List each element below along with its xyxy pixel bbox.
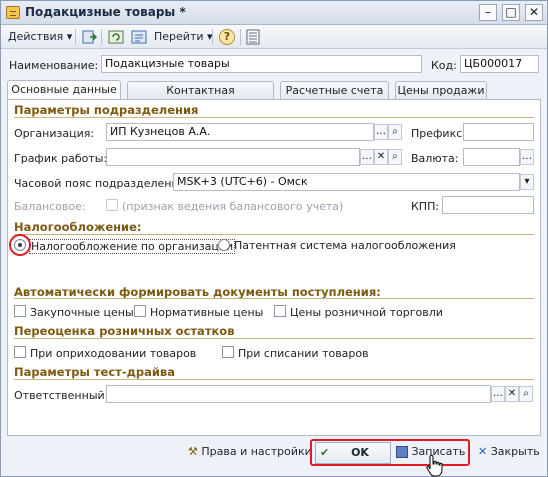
tools-icon: ⚒	[188, 445, 198, 458]
responsible-input[interactable]	[106, 385, 491, 403]
retail-prices-checkbox[interactable]	[274, 305, 286, 317]
name-label: Наименование:	[9, 59, 99, 72]
balance-checkbox[interactable]	[106, 199, 118, 211]
window-title: Подакцизные товары *	[25, 5, 186, 19]
timezone-label: Часовой пояс подразделения:	[14, 177, 189, 190]
prefix-input[interactable]	[463, 123, 534, 141]
save-and-close-icon[interactable]	[81, 29, 97, 45]
autodocs-section-title: Автоматически формировать документы пост…	[14, 285, 381, 299]
section-divider	[14, 234, 534, 235]
ok-label: OK	[351, 446, 369, 459]
toolbar-separator	[240, 29, 241, 45]
catalog-icon	[6, 6, 20, 19]
open-icon[interactable]: ⌕	[388, 149, 402, 165]
purchase-prices-checkbox[interactable]	[14, 305, 26, 317]
kpp-input[interactable]	[442, 196, 534, 214]
open-icon[interactable]: ⌕	[388, 124, 402, 140]
toolbar: Действия ▾ Перейти ▾ ?	[1, 25, 547, 49]
division-section-title: Параметры подразделения	[14, 103, 199, 117]
goto-menu[interactable]: Перейти ▾	[154, 28, 213, 46]
maximize-button[interactable]: □	[502, 4, 520, 21]
minimize-button[interactable]: –	[479, 4, 497, 21]
balance-checkbox-label: (признак ведения балансового учета)	[122, 200, 344, 213]
rights-label: Права и настройки	[201, 445, 312, 458]
open-icon[interactable]: ⌕	[519, 386, 533, 402]
rights-settings-button[interactable]: ⚒ Права и настройки	[188, 442, 312, 464]
retail-prices-label: Цены розничной торговли	[290, 306, 443, 319]
normative-prices-label: Нормативные цены	[150, 306, 264, 319]
chevron-down-icon[interactable]: ▾	[520, 174, 534, 190]
refresh-icon[interactable]	[108, 29, 124, 45]
currency-label: Валюта:	[411, 152, 459, 165]
close-icon: ✕	[478, 445, 488, 458]
currency-input[interactable]	[463, 148, 520, 166]
highlight-circle	[9, 234, 31, 256]
section-divider	[14, 298, 534, 299]
tab-contacts[interactable]: Контактная информация	[127, 81, 274, 114]
taxation-patent-label[interactable]: Патентная система налогообложения	[234, 239, 456, 252]
floppy-icon	[396, 446, 408, 458]
timezone-select[interactable]: MSK+3 (UTC+6) - Омск	[173, 173, 520, 191]
on-writeoff-checkbox[interactable]	[222, 346, 234, 358]
actions-label: Действия	[8, 30, 64, 43]
toolbar-separator	[212, 29, 213, 45]
taxation-section-title: Налогообложение:	[14, 220, 142, 234]
prefix-label: Префикс:	[411, 127, 466, 140]
section-divider	[14, 338, 534, 339]
schedule-input[interactable]	[106, 148, 360, 166]
currency-select-button[interactable]: …	[520, 149, 534, 165]
org-label: Организация:	[14, 127, 95, 140]
goto-label: Перейти	[154, 30, 204, 43]
on-receipt-checkbox[interactable]	[14, 346, 26, 358]
name-input[interactable]: Подакцизные товары	[101, 55, 422, 73]
org-input[interactable]: ИП Кузнецов А.А.	[106, 123, 374, 141]
actions-menu[interactable]: Действия ▾	[8, 28, 72, 46]
normative-prices-checkbox[interactable]	[134, 305, 146, 317]
code-label: Код:	[431, 59, 457, 72]
title-bar: Подакцизные товары * – □ ✕	[1, 1, 547, 25]
list-settings-icon[interactable]	[245, 29, 261, 45]
taxation-patent-radio[interactable]	[218, 239, 230, 251]
chevron-down-icon: ▾	[66, 30, 73, 43]
close-button[interactable]: ✕ Закрыть	[478, 442, 540, 464]
close-window-button[interactable]: ✕	[525, 4, 543, 21]
taxation-org-label[interactable]: Налогообложение по организации	[29, 239, 236, 254]
clear-icon[interactable]: ✕	[505, 386, 519, 402]
responsible-select-button[interactable]: …	[491, 386, 505, 402]
section-divider	[14, 379, 534, 380]
balance-label: Балансовое:	[14, 200, 86, 213]
kpp-label: КПП:	[411, 200, 440, 213]
clear-icon[interactable]: ✕	[374, 149, 388, 165]
toolbar-separator	[101, 29, 102, 45]
section-divider	[14, 117, 534, 118]
goto-icon[interactable]	[131, 29, 147, 45]
close-label: Закрыть	[490, 445, 540, 458]
on-receipt-label: При оприходовании товаров	[30, 347, 197, 360]
ok-button[interactable]: ✔ OK	[315, 442, 391, 464]
ok-check-icon: ✔	[320, 446, 330, 459]
toolbar-separator	[75, 29, 76, 45]
schedule-label: График работы:	[14, 152, 108, 165]
tab-main[interactable]: Основные данные	[7, 80, 121, 100]
tab-accounts[interactable]: Расчетные счета	[280, 81, 389, 99]
code-input[interactable]: ЦБ000017	[460, 55, 539, 73]
purchase-prices-label: Закупочные цены	[30, 306, 134, 319]
revaluation-section-title: Переоценка розничных остатков	[14, 324, 235, 338]
on-writeoff-label: При списании товаров	[238, 347, 369, 360]
testdrive-section-title: Параметры тест-драйва	[14, 365, 175, 379]
hand-cursor-icon	[426, 454, 443, 477]
dialog-window: Подакцизные товары * – □ ✕ Действия ▾ Пе…	[0, 0, 548, 477]
responsible-label: Ответственный:	[14, 389, 109, 402]
org-select-button[interactable]: …	[374, 124, 388, 140]
schedule-select-button[interactable]: …	[360, 149, 374, 165]
help-icon[interactable]: ?	[219, 29, 235, 45]
tab-prices[interactable]: Цены продажи	[395, 81, 487, 99]
